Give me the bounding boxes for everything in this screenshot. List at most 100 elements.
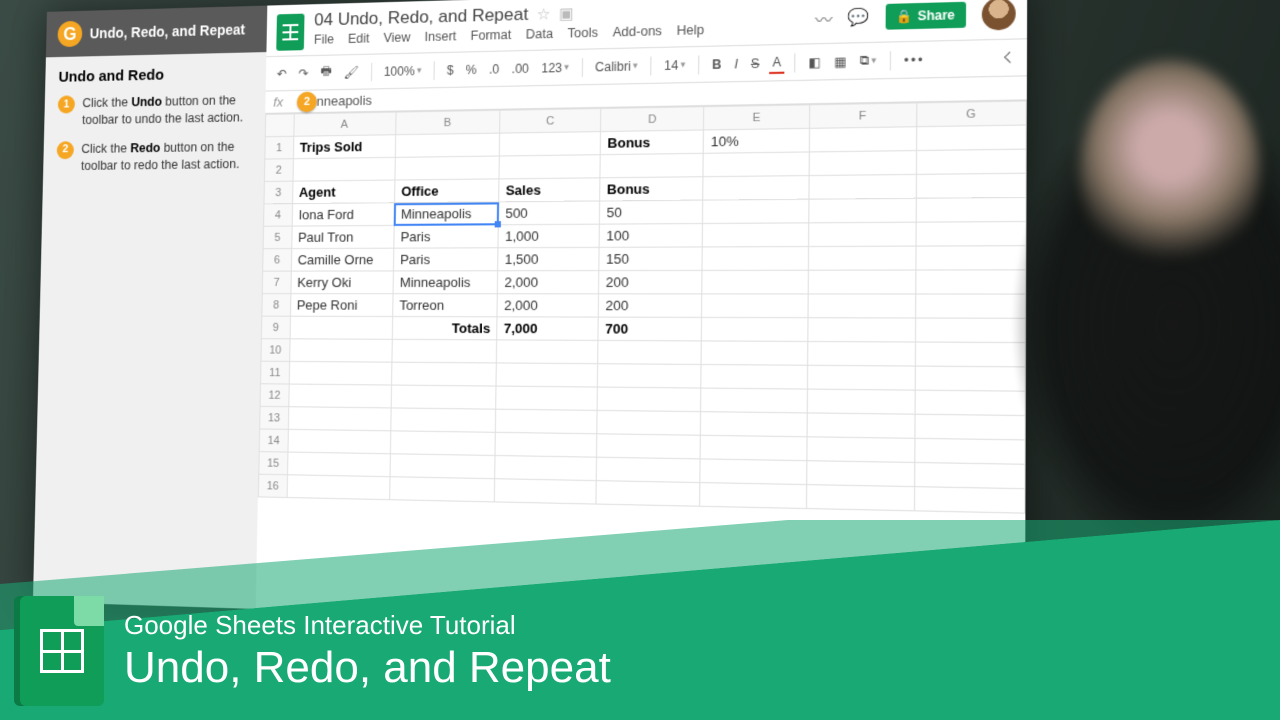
row-header[interactable]: 2 bbox=[264, 159, 293, 182]
italic-button[interactable]: I bbox=[731, 54, 741, 73]
comments-icon[interactable]: 💬 bbox=[848, 7, 870, 29]
menu-view[interactable]: View bbox=[383, 30, 410, 45]
cell[interactable] bbox=[290, 316, 393, 339]
merge-button[interactable]: ⧉ bbox=[856, 50, 879, 71]
cell[interactable] bbox=[390, 454, 495, 479]
menu-data[interactable]: Data bbox=[526, 26, 554, 41]
cell[interactable]: Office bbox=[394, 179, 499, 203]
column-header[interactable]: B bbox=[396, 110, 501, 134]
cell[interactable] bbox=[288, 429, 391, 453]
zoom-select[interactable]: 100% bbox=[381, 61, 425, 80]
cell[interactable] bbox=[391, 362, 496, 386]
cell[interactable] bbox=[807, 341, 915, 366]
column-header[interactable]: F bbox=[809, 103, 917, 128]
cell[interactable]: Torreon bbox=[393, 294, 498, 317]
font-size-select[interactable]: 14 bbox=[661, 55, 689, 75]
cell[interactable] bbox=[287, 475, 390, 500]
cell[interactable]: 100 bbox=[599, 224, 703, 248]
cell[interactable] bbox=[288, 384, 391, 408]
cell[interactable]: 500 bbox=[498, 201, 600, 225]
increase-decimal-button[interactable]: .00 bbox=[508, 59, 532, 78]
cell[interactable] bbox=[702, 341, 808, 365]
cell[interactable]: 700 bbox=[598, 317, 702, 341]
column-header[interactable]: A bbox=[293, 112, 395, 136]
row-header[interactable]: 16 bbox=[258, 474, 287, 497]
cell[interactable] bbox=[808, 270, 916, 294]
cell[interactable] bbox=[496, 363, 598, 387]
cell[interactable] bbox=[597, 434, 701, 459]
cell[interactable] bbox=[596, 481, 700, 507]
decrease-decimal-button[interactable]: .0 bbox=[486, 59, 503, 78]
cell[interactable] bbox=[809, 151, 917, 176]
column-header[interactable]: C bbox=[500, 108, 601, 133]
star-icon[interactable]: ☆ bbox=[536, 5, 550, 24]
row-header[interactable]: 13 bbox=[260, 406, 289, 429]
cell[interactable] bbox=[289, 339, 392, 362]
text-color-button[interactable]: A bbox=[769, 52, 784, 74]
cell[interactable] bbox=[597, 457, 701, 482]
cell[interactable]: 1,000 bbox=[498, 224, 600, 248]
menu-add-ons[interactable]: Add-ons bbox=[613, 24, 662, 40]
cell[interactable] bbox=[701, 435, 807, 460]
cell[interactable] bbox=[496, 386, 598, 410]
row-header[interactable]: 12 bbox=[260, 384, 289, 407]
menu-file[interactable]: File bbox=[314, 32, 334, 47]
row-header[interactable]: 1 bbox=[265, 136, 294, 159]
row-header[interactable]: 5 bbox=[263, 226, 292, 249]
cell[interactable] bbox=[807, 389, 915, 414]
cell[interactable] bbox=[391, 385, 496, 409]
cell[interactable]: 1,500 bbox=[498, 247, 600, 270]
column-header[interactable]: D bbox=[601, 107, 704, 132]
cell[interactable] bbox=[702, 270, 808, 294]
cell[interactable]: Bonus bbox=[600, 177, 703, 201]
cell[interactable] bbox=[288, 407, 391, 431]
cell[interactable]: Agent bbox=[292, 180, 395, 204]
corner-header[interactable] bbox=[265, 114, 294, 137]
cell[interactable] bbox=[809, 174, 917, 199]
cell[interactable] bbox=[806, 461, 914, 487]
cell[interactable] bbox=[808, 294, 916, 318]
menu-help[interactable]: Help bbox=[677, 23, 705, 38]
cell[interactable] bbox=[702, 247, 808, 271]
cell[interactable]: Paris bbox=[393, 248, 498, 271]
sheets-logo-icon[interactable] bbox=[276, 14, 304, 51]
cell[interactable] bbox=[495, 409, 597, 434]
paint-format-button[interactable]: 🖌 bbox=[340, 63, 362, 82]
cell[interactable] bbox=[700, 483, 806, 509]
cell[interactable] bbox=[807, 318, 915, 342]
menu-insert[interactable]: Insert bbox=[425, 29, 457, 44]
cell[interactable] bbox=[499, 155, 600, 179]
cell[interactable]: 150 bbox=[599, 247, 703, 271]
cell[interactable] bbox=[289, 361, 392, 385]
row-header[interactable]: 4 bbox=[264, 204, 293, 227]
cell[interactable] bbox=[391, 408, 496, 432]
row-header[interactable]: 3 bbox=[264, 181, 293, 204]
row-header[interactable]: 7 bbox=[262, 271, 291, 294]
cell[interactable] bbox=[808, 246, 916, 270]
cell[interactable] bbox=[807, 365, 915, 390]
cell[interactable] bbox=[495, 455, 597, 480]
row-header[interactable]: 14 bbox=[259, 429, 288, 452]
cell[interactable]: 50 bbox=[600, 200, 704, 224]
cell[interactable] bbox=[703, 223, 809, 247]
cell[interactable] bbox=[494, 479, 596, 504]
cell[interactable] bbox=[597, 387, 701, 412]
cell[interactable]: Bonus bbox=[601, 130, 704, 155]
more-formats-button[interactable]: 123 bbox=[538, 58, 572, 78]
redo-button[interactable]: ↷ bbox=[295, 64, 311, 83]
cell[interactable] bbox=[390, 431, 495, 456]
percent-button[interactable]: % bbox=[463, 60, 480, 79]
print-button[interactable]: 🖶 bbox=[317, 60, 335, 86]
cell[interactable] bbox=[495, 432, 597, 457]
fill-color-button[interactable]: ◧ bbox=[805, 52, 824, 72]
undo-button[interactable]: ↶ bbox=[274, 64, 290, 83]
cell[interactable] bbox=[703, 176, 809, 201]
cell[interactable] bbox=[600, 153, 703, 177]
cell[interactable] bbox=[701, 412, 807, 437]
cell[interactable] bbox=[499, 132, 600, 156]
strikethrough-button[interactable]: S bbox=[748, 53, 763, 72]
cell[interactable]: Paris bbox=[394, 225, 499, 248]
row-header[interactable]: 10 bbox=[261, 339, 290, 362]
row-header[interactable]: 15 bbox=[259, 452, 288, 475]
cell[interactable] bbox=[392, 339, 497, 363]
